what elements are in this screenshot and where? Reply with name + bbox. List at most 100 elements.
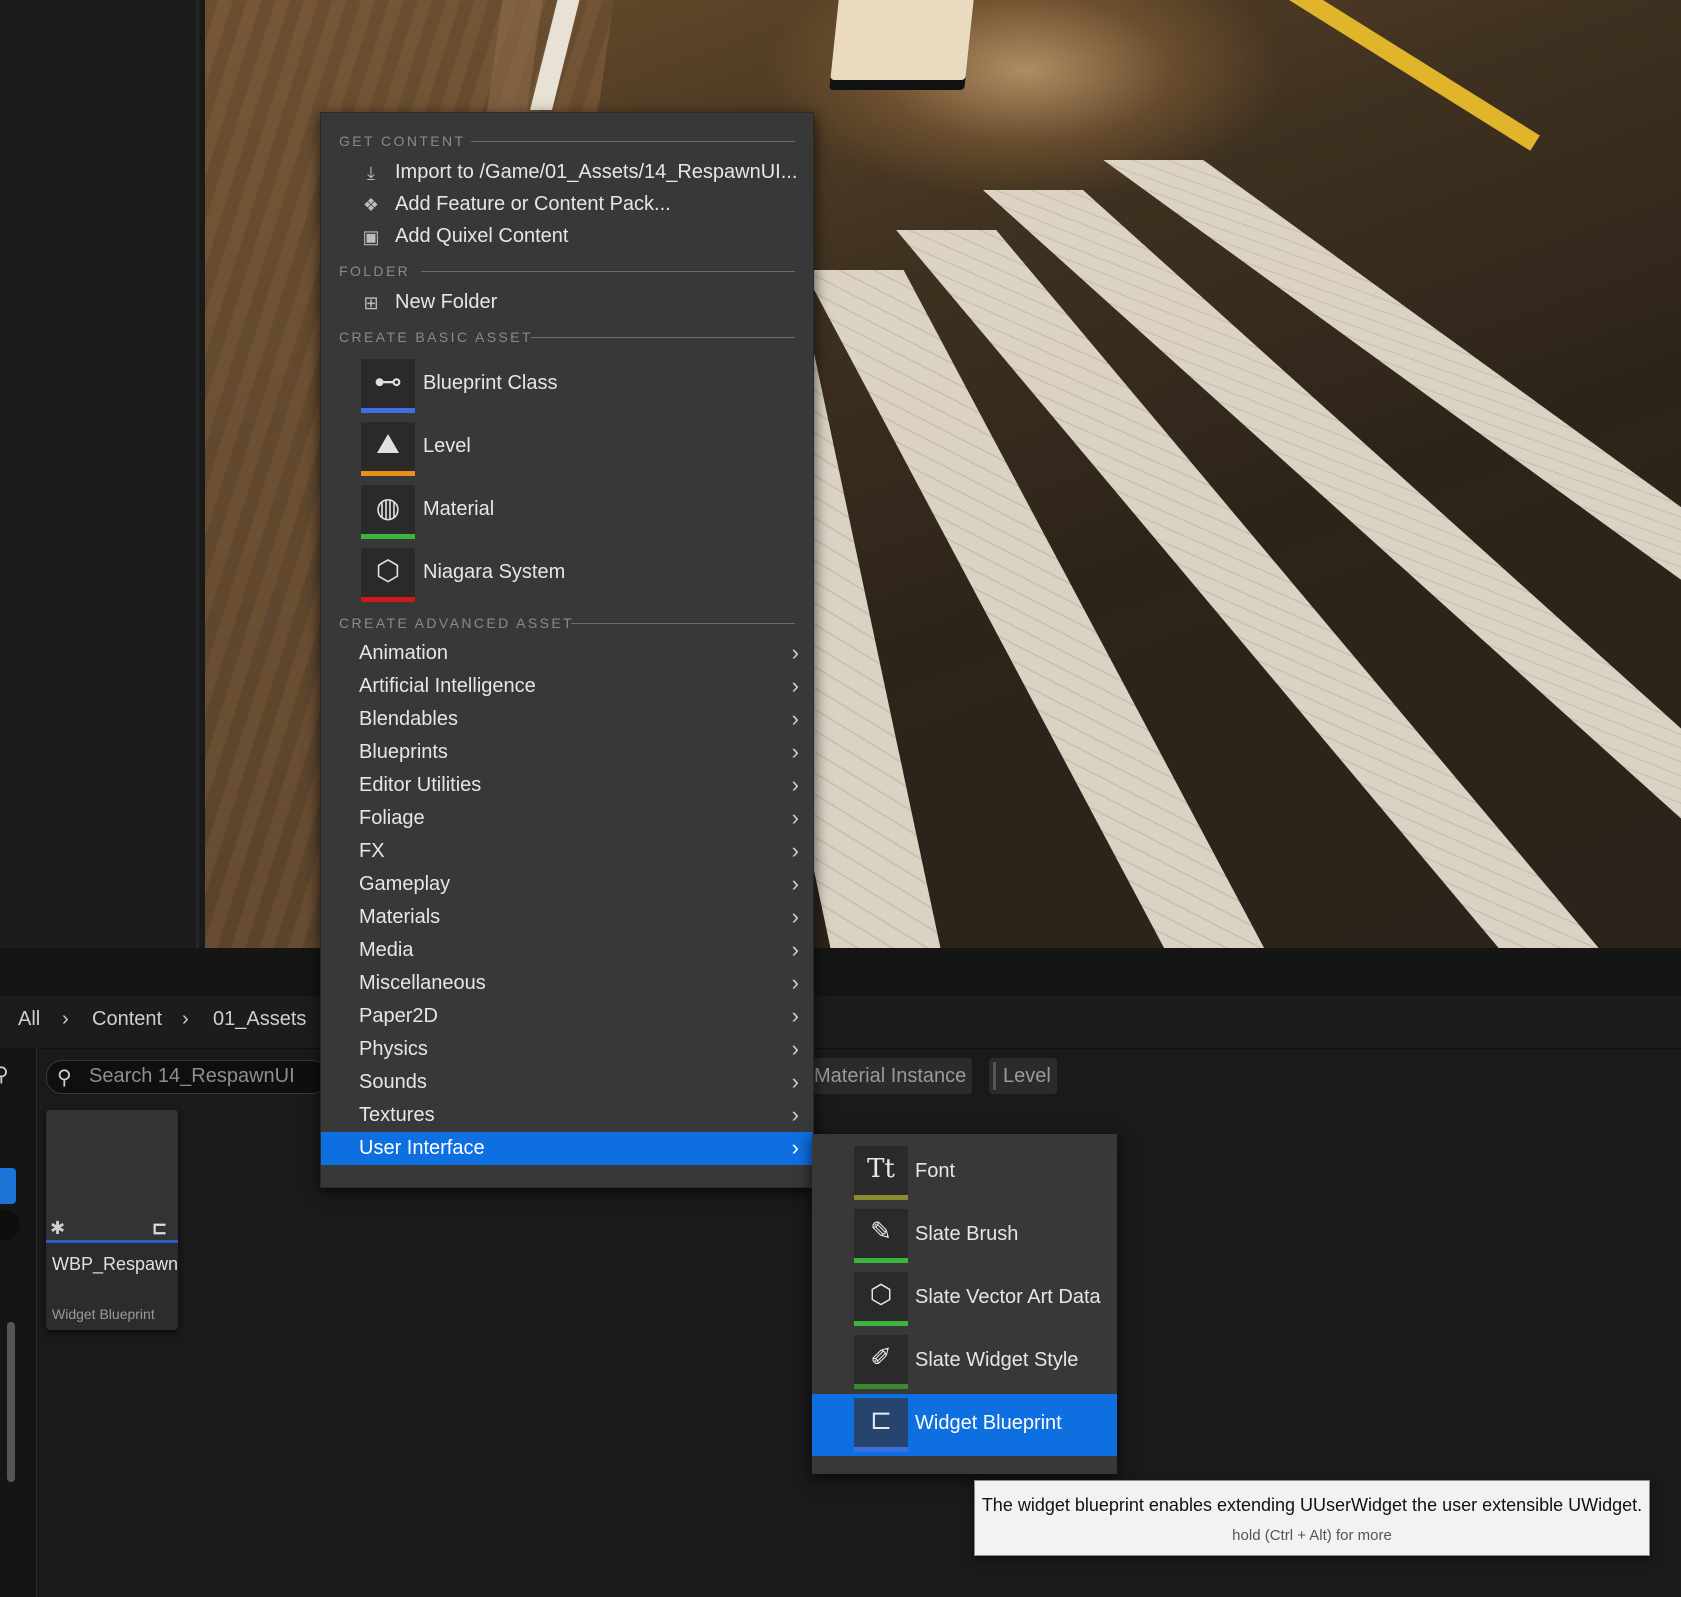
panel-divider xyxy=(0,948,1681,996)
chevron-right-icon: › xyxy=(791,673,799,698)
submenu-physics[interactable]: Physics › xyxy=(321,1033,813,1066)
section-get-content: GET CONTENT xyxy=(339,133,466,149)
divider xyxy=(571,623,795,624)
divider xyxy=(471,141,795,142)
submenu-blueprints[interactable]: Blueprints › xyxy=(321,736,813,769)
search-icon[interactable]: ⚲ xyxy=(0,1062,9,1087)
chevron-right-icon: › xyxy=(791,838,799,863)
submenu-user-interface[interactable]: User Interface › xyxy=(321,1132,813,1165)
menu-item-label: FX xyxy=(359,840,385,862)
tooltip: The widget blueprint enables extending U… xyxy=(974,1480,1650,1556)
asset-name: WBP_Respawn xyxy=(52,1254,179,1274)
chevron-right-icon: › xyxy=(791,937,799,962)
submenu-item-label: Font xyxy=(915,1160,956,1182)
level-icon: ⛰ xyxy=(361,422,415,476)
submenu-gameplay[interactable]: Gameplay › xyxy=(321,868,813,901)
widget-blueprint-icon: ⊏ xyxy=(854,1398,908,1452)
submenu-item-slate-widget-style[interactable]: ✐ Slate Widget Style xyxy=(812,1331,1117,1393)
filter-tab[interactable] xyxy=(0,1168,16,1204)
menu-item-label: Physics xyxy=(359,1038,428,1060)
scene-object xyxy=(830,0,975,80)
menu-item-label: Artificial Intelligence xyxy=(359,675,536,697)
submenu-item-slate-brush[interactable]: ✎ Slate Brush xyxy=(812,1205,1117,1267)
section-create-advanced: CREATE ADVANCED ASSET xyxy=(339,615,575,631)
menu-item-label: Level xyxy=(423,435,471,457)
submenu-materials[interactable]: Materials › xyxy=(321,901,813,934)
menu-item-label: Add Feature or Content Pack... xyxy=(395,193,671,215)
menu-item-label: Editor Utilities xyxy=(359,774,482,796)
breadcrumb-content[interactable]: Content xyxy=(92,1008,162,1031)
menu-item-label: Sounds xyxy=(359,1071,427,1093)
chevron-right-icon: › xyxy=(791,871,799,896)
submenu-fx[interactable]: FX › xyxy=(321,835,813,868)
menu-item-material[interactable]: ◍ Material xyxy=(361,485,811,541)
chevron-right-icon: › xyxy=(62,1008,69,1030)
chevron-right-icon: › xyxy=(791,904,799,929)
search-placeholder: Search 14_RespawnUI xyxy=(89,1065,295,1087)
menu-item-new-folder[interactable]: ⊞ New Folder xyxy=(321,287,813,319)
menu-item-label: Blueprints xyxy=(359,741,448,763)
chevron-right-icon: › xyxy=(791,805,799,830)
asset-tile[interactable]: ✱ ⊏ WBP_Respawn Widget Blueprint xyxy=(46,1110,178,1330)
breadcrumb-01-assets[interactable]: 01_Assets xyxy=(213,1008,306,1031)
filter-label: Level xyxy=(1003,1065,1051,1087)
submenu-textures[interactable]: Textures › xyxy=(321,1099,813,1132)
chevron-right-icon: › xyxy=(791,1069,799,1094)
section-folder: FOLDER xyxy=(339,263,411,279)
submenu-foliage[interactable]: Foliage › xyxy=(321,802,813,835)
breadcrumb-all[interactable]: All xyxy=(18,1008,40,1031)
menu-item-niagara-system[interactable]: ⬡ Niagara System xyxy=(361,548,811,604)
context-menu: GET CONTENT ⤓ Import to /Game/01_Assets/… xyxy=(320,112,814,1188)
quixel-icon: ▣ xyxy=(362,227,380,247)
user-interface-submenu: Tt Font ✎ Slate Brush ⬡ Slate Vector Art… xyxy=(812,1134,1117,1474)
menu-item-level[interactable]: ⛰ Level xyxy=(361,422,811,478)
submenu-paper2d[interactable]: Paper2D › xyxy=(321,1000,813,1033)
menu-item-add-quixel[interactable]: ▣ Add Quixel Content xyxy=(321,221,813,253)
menu-item-label: Miscellaneous xyxy=(359,972,486,994)
submenu-item-font[interactable]: Tt Font xyxy=(812,1142,1117,1204)
submenu-item-label: Slate Widget Style xyxy=(915,1349,1079,1371)
divider xyxy=(531,337,795,338)
slate-brush-icon: ✎ xyxy=(854,1209,908,1263)
sources-strip xyxy=(0,1048,37,1597)
submenu-editor-utilities[interactable]: Editor Utilities › xyxy=(321,769,813,802)
scrollbar[interactable] xyxy=(7,1322,15,1482)
submenu-item-widget-blueprint[interactable]: ⊏ Widget Blueprint xyxy=(812,1394,1117,1456)
menu-item-label: Niagara System xyxy=(423,561,566,583)
submenu-item-slate-vector-art-data[interactable]: ⬡ Slate Vector Art Data xyxy=(812,1268,1117,1330)
chevron-right-icon: › xyxy=(791,706,799,731)
filter-color-bar xyxy=(993,1062,996,1090)
menu-item-label: Media xyxy=(359,939,414,961)
menu-item-import[interactable]: ⤓ Import to /Game/01_Assets/14_RespawnUI… xyxy=(321,157,813,189)
chevron-right-icon: › xyxy=(791,739,799,764)
unsaved-icon: ✱ xyxy=(50,1218,66,1238)
chevron-right-icon: › xyxy=(791,772,799,797)
menu-item-label: Blendables xyxy=(359,708,458,730)
tooltip-hint: hold (Ctrl + Alt) for more xyxy=(1232,1527,1392,1544)
filter-chip-material-instance[interactable]: Material Instance xyxy=(808,1058,973,1094)
submenu-artificial-intelligence[interactable]: Artificial Intelligence › xyxy=(321,670,813,703)
submenu-media[interactable]: Media › xyxy=(321,934,813,967)
menu-item-label: Animation xyxy=(359,642,448,664)
menu-item-blueprint-class[interactable]: ⊷ Blueprint Class xyxy=(361,359,811,415)
menu-item-label: Blueprint Class xyxy=(423,372,558,394)
menu-item-add-feature-pack[interactable]: ❖ Add Feature or Content Pack... xyxy=(321,189,813,221)
search-input[interactable]: ⚲ Search 14_RespawnUI xyxy=(46,1060,328,1094)
submenu-animation[interactable]: Animation › xyxy=(321,637,813,670)
divider xyxy=(421,271,795,272)
widget-style-icon: ✐ xyxy=(854,1335,908,1389)
menu-item-label: Import to /Game/01_Assets/14_RespawnUI..… xyxy=(395,161,798,183)
filter-chip-level[interactable]: Level xyxy=(989,1058,1057,1094)
submenu-blendables[interactable]: Blendables › xyxy=(321,703,813,736)
menu-item-label: User Interface xyxy=(359,1137,485,1159)
menu-item-label: Paper2D xyxy=(359,1005,438,1027)
menu-item-label: Textures xyxy=(359,1104,435,1126)
widget-blueprint-icon: ⊏ xyxy=(152,1218,168,1238)
submenu-miscellaneous[interactable]: Miscellaneous › xyxy=(321,967,813,1000)
menu-item-label: Add Quixel Content xyxy=(395,225,569,247)
niagara-icon: ⬡ xyxy=(361,548,415,602)
submenu-sounds[interactable]: Sounds › xyxy=(321,1066,813,1099)
chevron-right-icon: › xyxy=(791,970,799,995)
font-icon: Tt xyxy=(854,1146,908,1200)
asset-type-bar xyxy=(46,1240,178,1243)
